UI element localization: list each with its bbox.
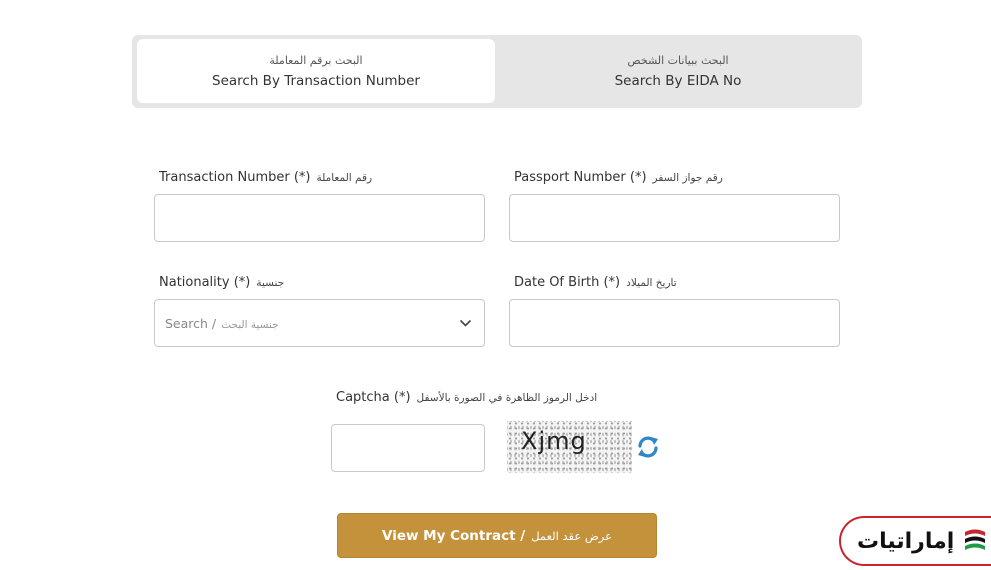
emaratiyat-logo: إماراتيات xyxy=(839,516,991,566)
refresh-icon[interactable] xyxy=(635,434,661,460)
label-arabic: جنسية xyxy=(256,277,285,289)
chevron-down-icon[interactable] xyxy=(459,319,472,328)
label-english: Passport Number (*) xyxy=(514,170,647,185)
uae-flag-icon xyxy=(965,529,986,550)
label-english: Transaction Number (*) xyxy=(159,170,311,185)
label-english: Nationality (*) xyxy=(159,275,251,290)
label-arabic: رقم جواز السفر xyxy=(652,172,723,184)
date-of-birth-input[interactable] xyxy=(509,299,840,347)
passport-number-input[interactable] xyxy=(509,194,840,242)
tab-arabic-label: البحث ببيانات الشخص xyxy=(627,53,729,67)
captcha-code: Xjmg xyxy=(521,427,587,455)
logo-text: إماراتيات xyxy=(857,528,955,554)
transaction-number-input[interactable] xyxy=(154,194,485,242)
placeholder-arabic: جنسية البحث xyxy=(221,318,279,331)
transaction-number-label: Transaction Number (*) رقم المعاملة xyxy=(159,170,372,185)
label-english: Date Of Birth (*) xyxy=(514,275,621,290)
nationality-select[interactable]: Search / جنسية البحث xyxy=(154,299,485,347)
tab-search-by-transaction-number[interactable]: البحث برقم المعاملة Search By Transactio… xyxy=(137,39,495,103)
tab-arabic-label: البحث برقم المعاملة xyxy=(269,53,363,67)
button-arabic-label: عرض عقد العمل xyxy=(531,528,612,543)
search-mode-tabs: البحث برقم المعاملة Search By Transactio… xyxy=(132,35,862,108)
placeholder-english: Search / xyxy=(165,315,217,331)
captcha-label: Captcha (*) ادخل الرموز الظاهرة في الصور… xyxy=(336,390,597,405)
view-my-contract-button[interactable]: View My Contract / عرض عقد العمل xyxy=(337,513,657,558)
button-english-label: View My Contract / xyxy=(382,527,526,544)
label-arabic: رقم المعاملة xyxy=(316,172,373,184)
captcha-image: Xjmg xyxy=(507,421,632,473)
tab-english-label: Search By Transaction Number xyxy=(212,72,420,89)
tab-search-by-eida[interactable]: البحث ببيانات الشخص Search By EIDA No xyxy=(499,39,857,103)
tab-english-label: Search By EIDA No xyxy=(614,72,742,89)
label-arabic: تاريخ الميلاد xyxy=(626,277,677,289)
captcha-input[interactable] xyxy=(331,424,485,472)
date-of-birth-label: Date Of Birth (*) تاريخ الميلاد xyxy=(514,275,677,290)
label-english: Captcha (*) xyxy=(336,390,411,405)
passport-number-label: Passport Number (*) رقم جواز السفر xyxy=(514,170,723,185)
nationality-label: Nationality (*) جنسية xyxy=(159,275,284,290)
nationality-placeholder: Search / جنسية البحث xyxy=(165,316,279,331)
label-arabic: ادخل الرموز الظاهرة في الصورة بالأسفل xyxy=(416,392,598,404)
